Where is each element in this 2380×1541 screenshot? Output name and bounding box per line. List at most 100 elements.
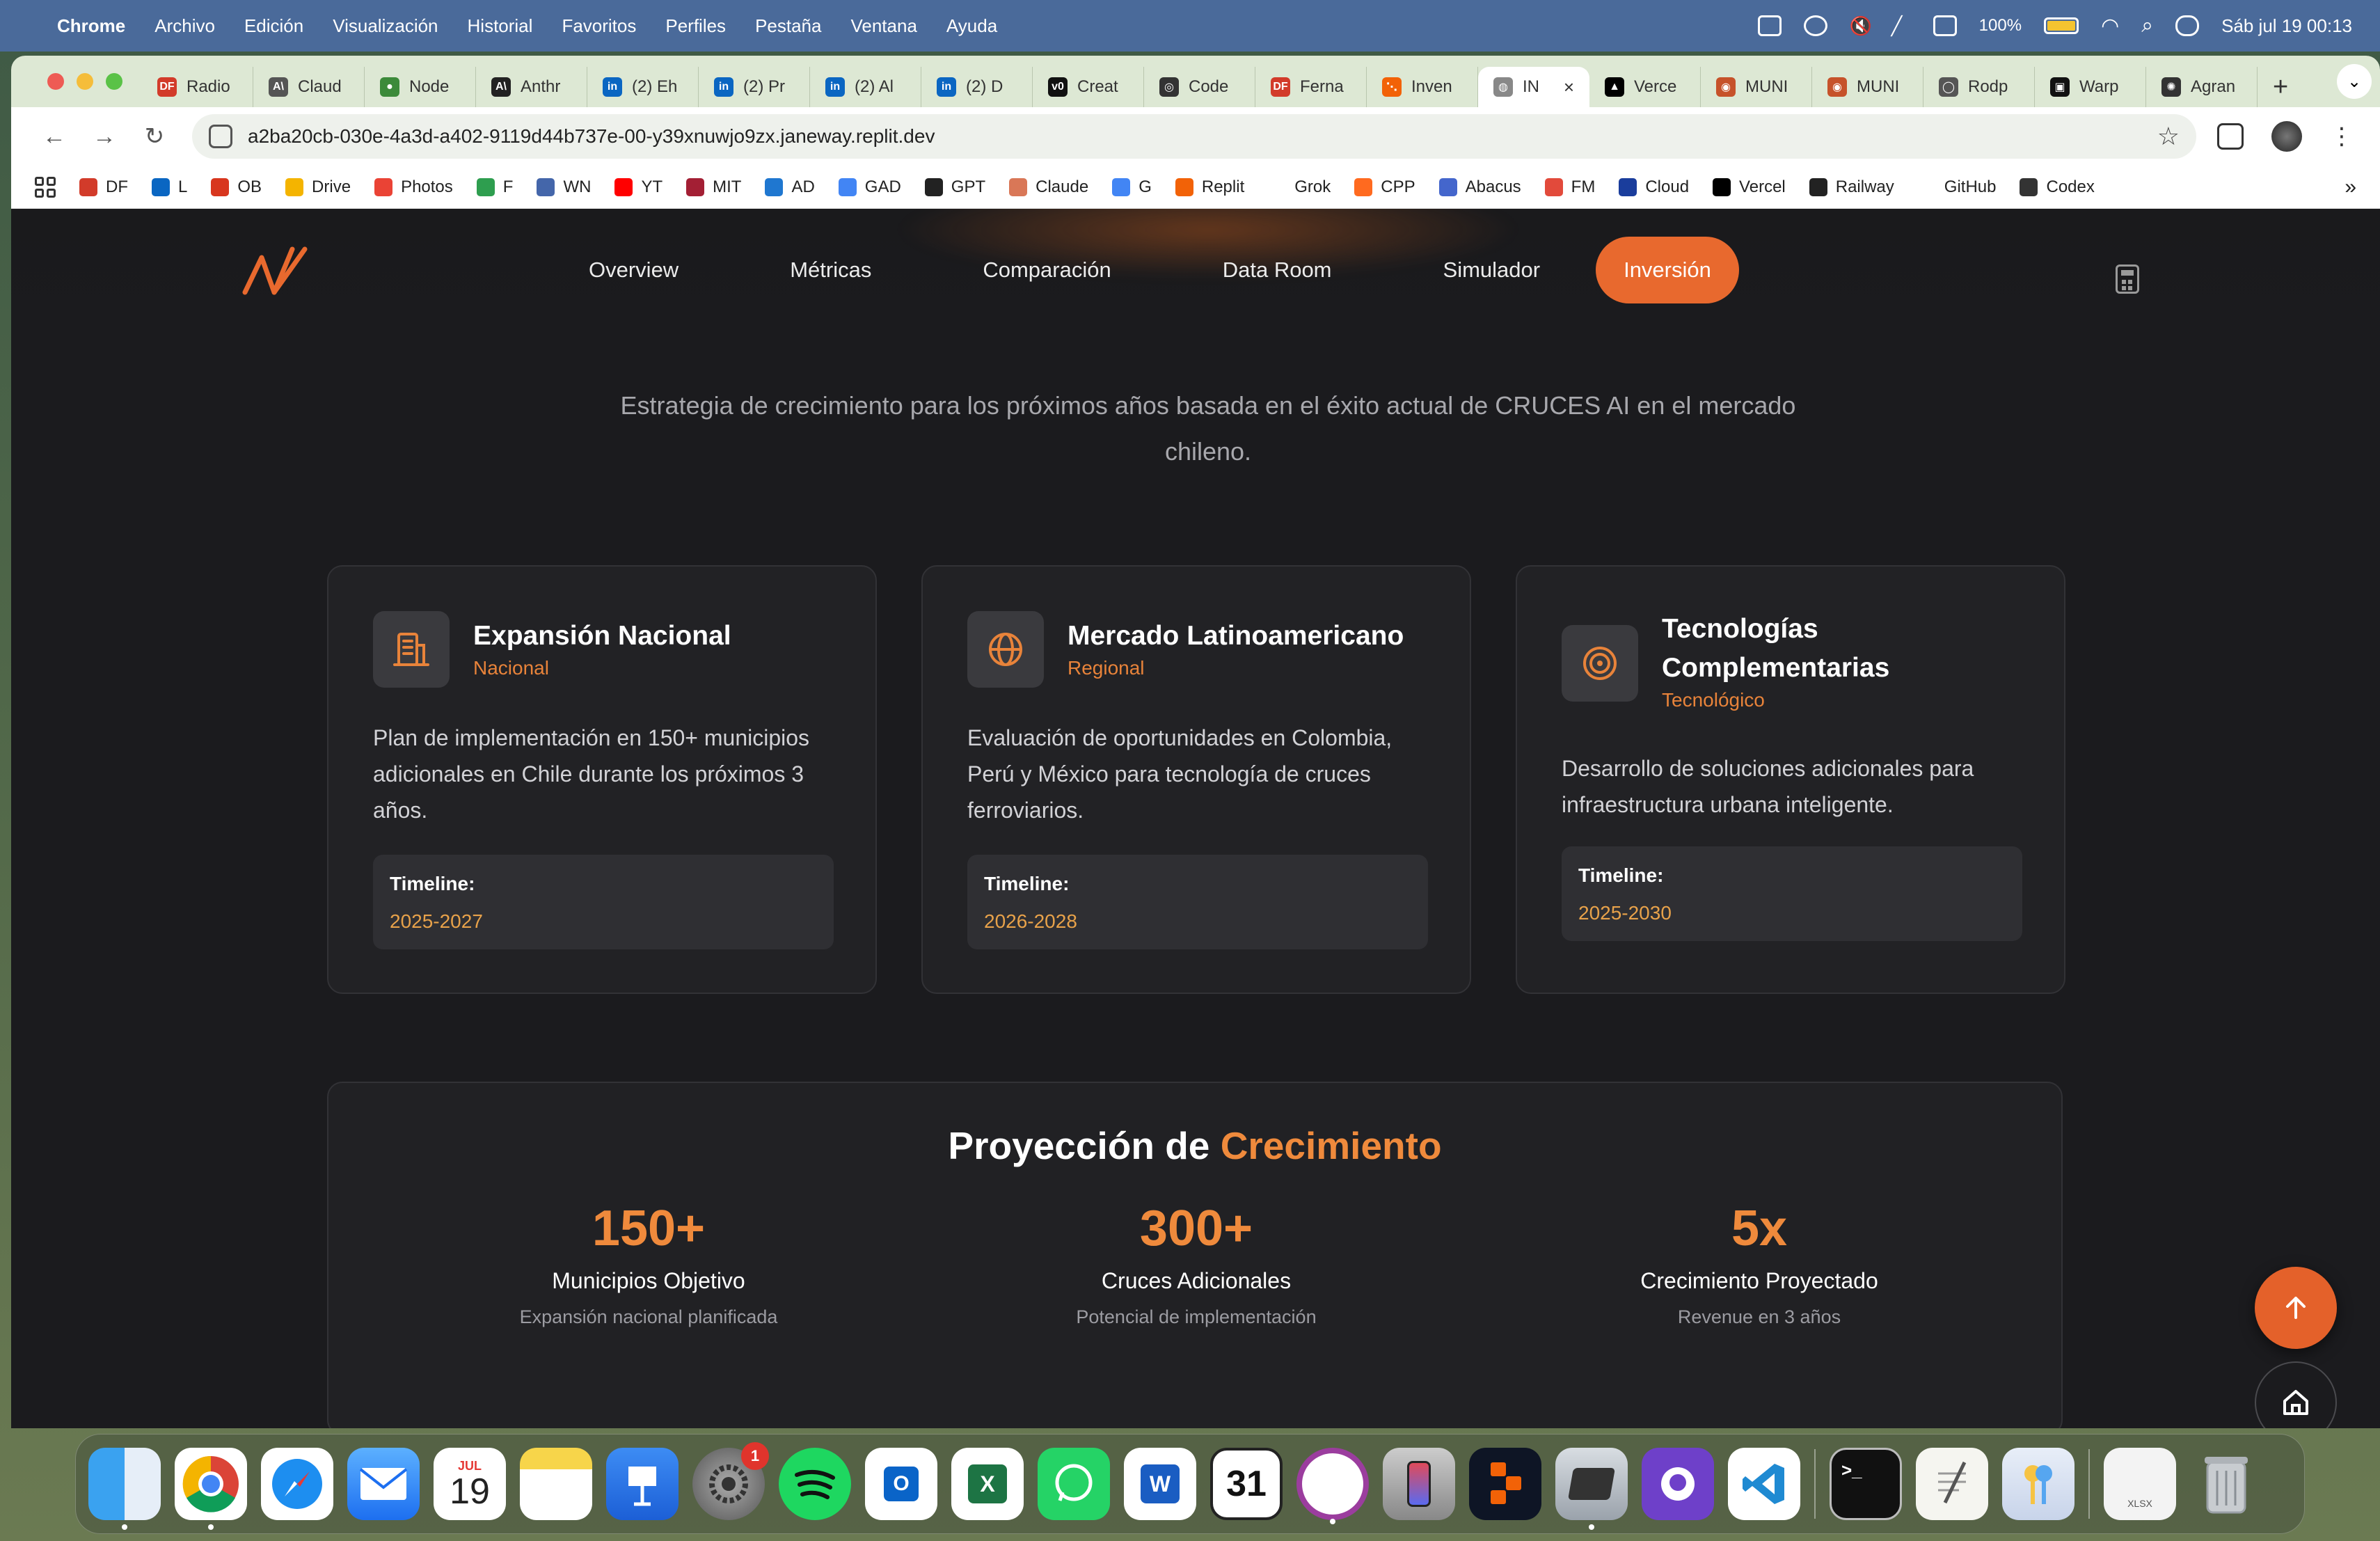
home-button[interactable] [2255, 1361, 2337, 1428]
safari-icon[interactable] [261, 1448, 333, 1520]
bookmark-item[interactable]: Railway [1809, 177, 1894, 197]
menu-clock[interactable]: Sáb jul 19 00:13 [2221, 15, 2352, 37]
browser-tab[interactable]: in (2) Eh [587, 67, 699, 107]
apps-grid-icon[interactable] [35, 176, 56, 198]
browser-tab[interactable]: ⋱ Inven [1367, 67, 1478, 107]
finder-icon[interactable] [88, 1448, 161, 1530]
nav-comparacion[interactable]: Comparación [983, 237, 1111, 303]
zoom-window-button[interactable] [106, 73, 122, 90]
close-window-button[interactable] [47, 73, 64, 90]
more-bookmarks-icon[interactable]: » [2345, 175, 2356, 199]
display-icon[interactable] [1933, 15, 1957, 36]
bookmark-item[interactable]: GitHub [1917, 177, 1996, 197]
bookmark-item[interactable]: CPP [1354, 177, 1415, 197]
outlook-icon[interactable]: O [865, 1448, 937, 1520]
bookmark-item[interactable]: FM [1544, 177, 1595, 197]
bookmark-item[interactable]: Cloud [1619, 177, 1689, 197]
nav-metricas[interactable]: Métricas [790, 237, 871, 303]
bookmark-item[interactable]: Codex [2020, 177, 2095, 197]
bookmark-item[interactable]: YT [614, 177, 663, 197]
calendar-icon[interactable]: JUL 19 [434, 1448, 506, 1520]
mail-icon[interactable] [347, 1448, 420, 1520]
menu-item-perfiles[interactable]: Perfiles [665, 15, 726, 37]
wifi-icon[interactable]: ◠ [2101, 14, 2119, 38]
focus-app-icon[interactable] [1296, 1448, 1369, 1524]
mute-icon[interactable]: 🔇 [1850, 15, 1872, 36]
bookmark-star-icon[interactable]: ☆ [2157, 122, 2180, 151]
nav-inversion[interactable]: Inversión [1596, 237, 1739, 303]
bookmark-item[interactable]: WN [537, 177, 591, 197]
url-text[interactable]: a2ba20cb-030e-4a3d-a402-9119d44b737e-00-… [248, 125, 935, 148]
reload-icon[interactable]: ↻ [129, 123, 180, 150]
github-desktop-icon[interactable] [1642, 1448, 1714, 1520]
browser-tab[interactable]: DF Ferna [1255, 67, 1367, 107]
browser-tab[interactable]: ● Node [365, 67, 476, 107]
bookmark-item[interactable]: Claude [1009, 177, 1088, 197]
close-tab-icon[interactable]: × [1564, 77, 1574, 98]
browser-tab[interactable]: A\ Claud [253, 67, 365, 107]
bookmark-item[interactable]: G [1112, 177, 1152, 197]
battery-icon[interactable] [2044, 17, 2079, 34]
bookmark-item[interactable]: AD [765, 177, 815, 197]
media-play-icon[interactable] [1803, 15, 1827, 36]
replit-icon[interactable] [1469, 1448, 1541, 1520]
menu-item-pestana[interactable]: Pestaña [755, 15, 821, 37]
browser-tab[interactable]: in (2) Al [810, 67, 921, 107]
browser-tab[interactable]: ◯ Rodp [1923, 67, 2035, 107]
browser-tab[interactable]: in (2) D [921, 67, 1033, 107]
profile-avatar[interactable] [2271, 121, 2302, 152]
menu-item-edicion[interactable]: Edición [244, 15, 303, 37]
passwords-icon[interactable] [2002, 1448, 2074, 1520]
bookmark-item[interactable]: GAD [838, 177, 901, 197]
browser-tab[interactable]: DF Radio [142, 67, 253, 107]
menu-item-ayuda[interactable]: Ayuda [946, 15, 997, 37]
menu-item-favoritos[interactable]: Favoritos [562, 15, 636, 37]
tab-search-icon[interactable]: ⌄ [2337, 64, 2372, 99]
spotify-icon[interactable] [779, 1448, 851, 1520]
preview-icon[interactable] [1555, 1448, 1628, 1530]
forward-icon[interactable]: → [79, 123, 129, 150]
bookmark-item[interactable]: Abacus [1438, 177, 1521, 197]
trash-icon[interactable] [2190, 1448, 2262, 1520]
menu-item-archivo[interactable]: Archivo [154, 15, 215, 37]
browser-tab[interactable]: ◉ MUNI [1812, 67, 1923, 107]
browser-tab[interactable]: A\ Anthr [476, 67, 587, 107]
site-info-icon[interactable] [209, 125, 232, 148]
nav-data-room[interactable]: Data Room [1223, 237, 1332, 303]
tab-active[interactable]: ◍ IN × [1478, 67, 1589, 107]
menu-item-visualizacion[interactable]: Visualización [333, 15, 438, 37]
browser-tab[interactable]: ◉ MUNI [1701, 67, 1812, 107]
screen-share-icon[interactable] [1757, 15, 1782, 36]
bookmark-item[interactable]: Photos [374, 177, 453, 197]
vscode-icon[interactable] [1728, 1448, 1800, 1520]
menu-item-ventana[interactable]: Ventana [850, 15, 917, 37]
new-tab-button[interactable]: + [2258, 67, 2303, 107]
excel-icon[interactable]: X [951, 1448, 1024, 1520]
scroll-to-top-button[interactable] [2255, 1267, 2337, 1349]
slash-icon[interactable]: ╱ [1891, 15, 1911, 36]
spotlight-search-icon[interactable]: ⌕ [2141, 14, 2153, 38]
back-icon[interactable]: ← [29, 123, 79, 150]
bookmark-item[interactable]: GPT [924, 177, 985, 197]
chrome-icon[interactable] [175, 1448, 247, 1530]
terminal-icon[interactable]: >_ [1830, 1448, 1902, 1520]
menu-app-name[interactable]: Chrome [57, 15, 125, 37]
bookmark-item[interactable]: L [152, 177, 187, 197]
nav-simulador[interactable]: Simulador [1443, 237, 1541, 303]
textedit-icon[interactable] [1916, 1448, 1988, 1520]
bookmark-item[interactable]: F [476, 177, 513, 197]
fantastical-icon[interactable]: 31 [1210, 1448, 1283, 1520]
minimize-window-button[interactable] [77, 73, 93, 90]
xlsx-file-icon[interactable]: XLSX [2104, 1448, 2176, 1520]
browser-tab[interactable]: v0 Creat [1033, 67, 1144, 107]
calculator-icon[interactable] [2116, 264, 2139, 294]
chrome-menu-icon[interactable]: ⋮ [2330, 123, 2354, 150]
bookmark-item[interactable]: Grok [1268, 177, 1331, 197]
cruces-logo-icon[interactable] [241, 244, 317, 299]
bookmark-item[interactable]: Vercel [1713, 177, 1786, 197]
extensions-icon[interactable] [2217, 123, 2244, 150]
bookmark-item[interactable]: Drive [285, 177, 351, 197]
address-bar[interactable]: a2ba20cb-030e-4a3d-a402-9119d44b737e-00-… [192, 114, 2196, 159]
browser-tab[interactable]: ▲ Verce [1589, 67, 1701, 107]
browser-tab[interactable]: in (2) Pr [699, 67, 810, 107]
